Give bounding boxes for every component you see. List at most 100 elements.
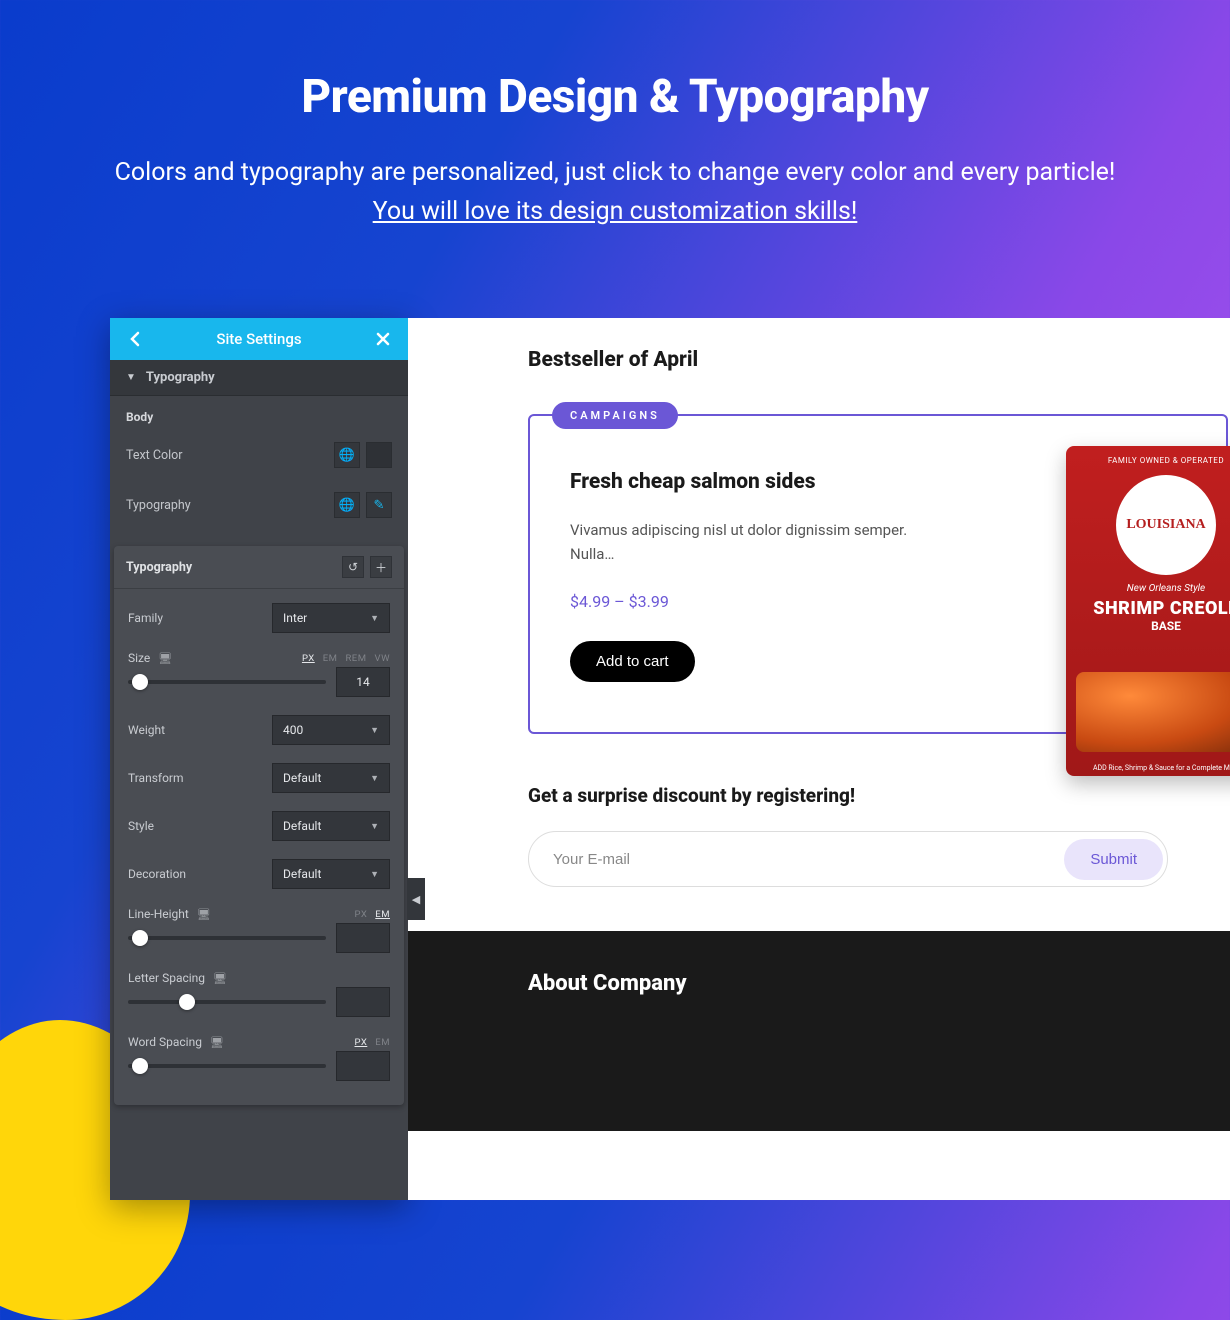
close-button[interactable] [362,318,404,360]
back-button[interactable] [114,318,156,360]
unit-rem[interactable]: REM [345,653,366,664]
add-to-cart-button[interactable]: Add to cart [570,641,695,682]
settings-panel: Site Settings ▼ Typography Body Text Col… [110,318,408,1200]
desktop-icon[interactable]: 🖥 [213,972,227,985]
submit-button[interactable]: Submit [1064,839,1163,880]
typography-subpanel: Typography ↺ ＋ Family Inter ▼ Size [114,546,404,1105]
panel-header: Site Settings [110,318,408,360]
unit-vw[interactable]: VW [375,653,390,664]
chevron-left-icon [129,331,141,347]
text-color-label: Text Color [126,448,183,463]
hero-subtitle-underlined: You will love its design customization s… [373,197,858,226]
row-typography: Typography 🌐 ✎ [126,492,392,518]
chevron-down-icon: ▼ [370,725,379,736]
desktop-icon[interactable]: 🖥 [158,652,172,665]
subpanel-title: Typography [126,560,192,575]
product-title: Fresh cheap salmon sides [570,470,910,494]
unit-px[interactable]: PX [302,653,315,664]
pkg-base: BASE [1066,619,1230,633]
unit-px[interactable]: PX [354,1037,367,1048]
reset-button[interactable]: ↺ [342,556,364,578]
footer-title: About Company [528,971,1110,996]
pkg-bottom-text: ADD Rice, Shrimp & Sauce for a Complete … [1066,764,1230,772]
style-select[interactable]: Default ▼ [272,811,390,841]
product-price: $4.99 – $3.99 [570,592,910,611]
size-units: PX EM REM VW [302,653,390,664]
email-input[interactable] [553,851,1064,868]
row-decoration: Decoration Default ▼ [128,859,390,889]
pkg-subline: New Orleans Style [1066,583,1230,594]
unit-em[interactable]: EM [375,909,390,920]
subpanel-header: Typography ↺ ＋ [114,546,404,589]
weight-select[interactable]: 400 ▼ [272,715,390,745]
lineheight-units: PX EM [354,909,390,920]
transform-select[interactable]: Default ▼ [272,763,390,793]
unit-em[interactable]: EM [323,653,338,664]
product-description: Vivamus adipiscing nisl ut dolor digniss… [570,518,910,566]
color-swatch-button[interactable] [366,442,392,468]
family-select[interactable]: Inter ▼ [272,603,390,633]
size-value[interactable]: 14 [336,667,390,697]
lineheight-value[interactable] [336,923,390,953]
decoration-value: Default [283,867,321,881]
row-family: Family Inter ▼ [128,603,390,633]
campaign-box: CAMPAIGNS Fresh cheap salmon sides Vivam… [528,414,1228,734]
row-weight: Weight 400 ▼ [128,715,390,745]
globe-button[interactable]: 🌐 [334,442,360,468]
preview-footer: About Company [408,931,1230,1131]
slider-thumb[interactable] [132,1058,148,1074]
bestseller-heading: Bestseller of April [528,348,1230,372]
size-slider-wrap: 14 [128,667,390,697]
style-value: Default [283,819,321,833]
size-slider[interactable] [128,680,326,684]
row-lineheight: Line-Height 🖥 PX EM [128,907,390,921]
wordspacing-units: PX EM [354,1037,390,1048]
decoration-select[interactable]: Default ▼ [272,859,390,889]
row-size: Size 🖥 PX EM REM VW [128,651,390,665]
chevron-down-icon: ▼ [370,613,379,624]
email-form: Submit [528,831,1168,887]
campaign-badge: CAMPAIGNS [552,402,678,429]
transform-value: Default [283,771,321,785]
row-letterspacing: Letter Spacing 🖥 [128,971,390,985]
collapse-handle[interactable]: ◀ [407,878,425,920]
slider-thumb[interactable] [132,930,148,946]
pkg-big: SHRIMP CREOLE [1066,598,1230,619]
panel-title: Site Settings [216,330,301,348]
letterspacing-slider[interactable] [128,1000,326,1004]
globe-icon: 🌐 [339,498,355,513]
chevron-down-icon: ▼ [370,773,379,784]
letterspacing-slider-wrap [128,987,390,1017]
desktop-icon[interactable]: 🖥 [197,908,211,921]
slider-thumb[interactable] [132,674,148,690]
letterspacing-value[interactable] [336,987,390,1017]
unit-em[interactable]: EM [375,1037,390,1048]
pkg-logo: LOUISIANA [1116,475,1216,575]
hero-subtitle: Colors and typography are personalized, … [100,154,1130,232]
desktop-icon[interactable]: 🖥 [210,1036,224,1049]
pkg-top-text: FAMILY OWNED & OPERATED [1066,446,1230,465]
globe-button[interactable]: 🌐 [334,492,360,518]
globe-icon: 🌐 [339,448,355,463]
product-column: Fresh cheap salmon sides Vivamus adipisc… [570,470,910,682]
typography-label: Typography [126,498,191,513]
lineheight-label: Line-Height 🖥 [128,907,211,921]
wordspacing-slider[interactable] [128,1064,326,1068]
undo-icon: ↺ [348,560,358,574]
accordion-typography[interactable]: ▼ Typography [110,360,408,396]
row-style: Style Default ▼ [128,811,390,841]
family-value: Inter [283,611,307,625]
accordion-label: Typography [146,370,215,385]
pkg-brand: LOUISIANA [1126,517,1205,533]
slider-thumb[interactable] [179,994,195,1010]
weight-label: Weight [128,723,165,737]
lineheight-slider[interactable] [128,936,326,940]
edit-button[interactable]: ✎ [366,492,392,518]
unit-px[interactable]: PX [354,909,367,920]
decoration-label: Decoration [128,867,186,881]
transform-label: Transform [128,771,184,785]
hero-subtitle-plain: Colors and typography are personalized, … [115,158,1116,187]
wordspacing-value[interactable] [336,1051,390,1081]
preview-pane: ◀ Bestseller of April CAMPAIGNS Fresh ch… [408,318,1230,1200]
add-button[interactable]: ＋ [370,556,392,578]
